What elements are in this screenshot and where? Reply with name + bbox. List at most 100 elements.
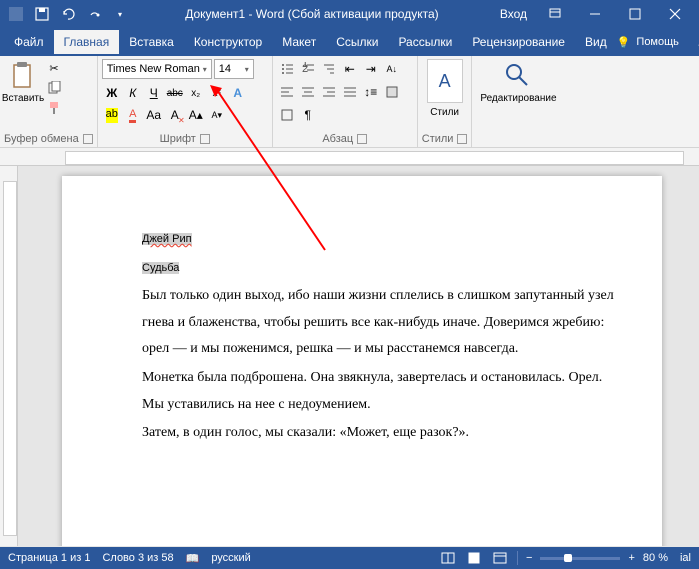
page[interactable]: Джей Рип Судьба Был только один выход, и… <box>62 176 662 546</box>
group-paragraph: 12 ⇤ ⇥ A↓ ↕≡ ¶ Абзац <box>273 56 418 147</box>
line-spacing-button[interactable]: ↕≡ <box>361 82 381 102</box>
justify-button[interactable] <box>340 82 360 102</box>
group-editing: Редактирование <box>472 56 564 147</box>
print-layout-button[interactable] <box>465 550 483 566</box>
bold-button[interactable]: Ж <box>102 83 122 103</box>
ribbon-options-button[interactable] <box>535 0 575 28</box>
group-styles: A Стили Стили <box>418 56 473 147</box>
tab-file[interactable]: Файл <box>4 30 54 54</box>
underline-button[interactable]: Ч <box>144 83 164 103</box>
word-count[interactable]: Слово 3 из 58 <box>102 552 173 564</box>
horizontal-ruler[interactable] <box>0 148 699 166</box>
tab-home[interactable]: Главная <box>54 30 120 54</box>
paragraph-launcher[interactable] <box>357 134 367 144</box>
strike-button[interactable]: abc <box>165 83 185 103</box>
sort-button[interactable]: A↓ <box>382 59 402 79</box>
zoom-out-button[interactable]: − <box>526 552 532 564</box>
group-clipboard: Вставить ✂ Буфер обмена <box>0 56 98 147</box>
tab-view[interactable]: Вид <box>575 30 617 54</box>
signin-button[interactable]: Вход <box>492 2 535 26</box>
text-line-2[interactable]: Судьба <box>142 262 179 274</box>
bullets-button[interactable] <box>277 59 297 79</box>
text-para-3[interactable]: Затем, в один голос, мы сказали: «Может,… <box>142 420 622 447</box>
tab-design[interactable]: Конструктор <box>184 30 272 54</box>
styles-button[interactable]: A <box>427 59 463 103</box>
tab-mailings[interactable]: Рассылки <box>388 30 462 54</box>
italic-button[interactable]: К <box>123 83 143 103</box>
copy-button[interactable] <box>44 79 64 97</box>
page-count[interactable]: Страница 1 из 1 <box>8 552 90 564</box>
change-case-button[interactable]: Aa <box>144 105 164 125</box>
minimize-button[interactable] <box>575 0 615 28</box>
tell-me-input[interactable]: Помощь <box>636 36 679 48</box>
chevron-down-icon: ▾ <box>203 65 207 74</box>
zoom-in-button[interactable]: + <box>628 552 634 564</box>
redo-button[interactable] <box>82 2 106 26</box>
titlebar: ▾ Документ1 - Word (Сбой активации проду… <box>0 0 699 28</box>
shrink-font-button[interactable]: A▾ <box>207 105 227 125</box>
undo-button[interactable] <box>56 2 80 26</box>
font-name-combo[interactable]: Times New Roman▾ <box>102 59 212 79</box>
subscript-button[interactable]: x₂ <box>186 83 206 103</box>
show-marks-button[interactable]: ¶ <box>298 105 318 125</box>
format-painter-button[interactable] <box>44 99 64 117</box>
clipboard-label: Буфер обмена <box>4 133 79 145</box>
text-para-2[interactable]: Монетка была подброшена. Она звякнула, з… <box>142 365 622 418</box>
align-left-button[interactable] <box>277 82 297 102</box>
ribbon-tabs: Файл Главная Вставка Конструктор Макет С… <box>0 28 699 56</box>
multilevel-button[interactable] <box>319 59 339 79</box>
editing-button[interactable]: Редактирование <box>476 59 560 106</box>
read-mode-button[interactable] <box>439 550 457 566</box>
zoom-slider[interactable] <box>540 557 620 560</box>
grow-font-button[interactable]: A▴ <box>186 105 206 125</box>
document-area: Джей Рип Судьба Был только один выход, и… <box>0 166 699 546</box>
zoom-level[interactable]: 80 % <box>643 552 668 564</box>
window-title: Документ1 - Word (Сбой активации продукт… <box>132 7 492 21</box>
text-effects-button[interactable]: A <box>228 83 248 103</box>
web-layout-button[interactable] <box>491 550 509 566</box>
spell-check-icon[interactable]: 📖 <box>186 552 200 565</box>
qat-more-button[interactable]: ▾ <box>108 2 132 26</box>
close-button[interactable] <box>655 0 695 28</box>
svg-text:2: 2 <box>302 63 308 75</box>
clipboard-launcher[interactable] <box>83 134 93 144</box>
align-center-button[interactable] <box>298 82 318 102</box>
chevron-down-icon: ▾ <box>245 65 249 74</box>
numbering-button[interactable]: 12 <box>298 59 318 79</box>
highlight-button[interactable]: ab <box>102 105 122 125</box>
text-line-1[interactable]: Джей Рип <box>142 233 192 245</box>
tab-insert[interactable]: Вставка <box>119 30 184 54</box>
clear-format-button[interactable]: A✕ <box>165 105 185 125</box>
vertical-ruler[interactable] <box>0 166 18 546</box>
word-icon <box>4 2 28 26</box>
document-scroll[interactable]: Джей Рип Судьба Был только один выход, и… <box>18 166 699 546</box>
borders-button[interactable] <box>277 105 297 125</box>
quick-access-toolbar: ▾ <box>4 2 132 26</box>
tab-references[interactable]: Ссылки <box>326 30 388 54</box>
superscript-button[interactable]: x² <box>207 83 227 103</box>
font-label: Шрифт <box>160 133 196 145</box>
statusbar: Страница 1 из 1 Слово 3 из 58 📖 русский … <box>0 547 699 569</box>
language-status[interactable]: русский <box>211 552 250 564</box>
styles-label: Стили <box>422 133 454 145</box>
font-launcher[interactable] <box>200 134 210 144</box>
font-size-combo[interactable]: 14▾ <box>214 59 254 79</box>
increase-indent-button[interactable]: ⇥ <box>361 59 381 79</box>
ribbon: Вставить ✂ Буфер обмена Times New Roman▾… <box>0 56 699 148</box>
save-button[interactable] <box>30 2 54 26</box>
paragraph-label: Абзац <box>322 133 353 145</box>
window-controls <box>535 0 695 28</box>
cut-button[interactable]: ✂ <box>44 59 64 77</box>
shading-button[interactable] <box>382 82 402 102</box>
align-right-button[interactable] <box>319 82 339 102</box>
tab-layout[interactable]: Макет <box>272 30 326 54</box>
paste-button[interactable]: Вставить <box>4 59 42 131</box>
group-font: Times New Roman▾ 14▾ Ж К Ч abc x₂ x² A a… <box>98 56 273 147</box>
decrease-indent-button[interactable]: ⇤ <box>340 59 360 79</box>
styles-launcher[interactable] <box>457 134 467 144</box>
tab-review[interactable]: Рецензирование <box>462 30 575 54</box>
text-para-1[interactable]: Был только один выход, ибо наши жизни сп… <box>142 283 622 363</box>
help-icon[interactable]: 💡 <box>617 36 631 49</box>
maximize-button[interactable] <box>615 0 655 28</box>
font-color-button[interactable]: A <box>123 105 143 125</box>
